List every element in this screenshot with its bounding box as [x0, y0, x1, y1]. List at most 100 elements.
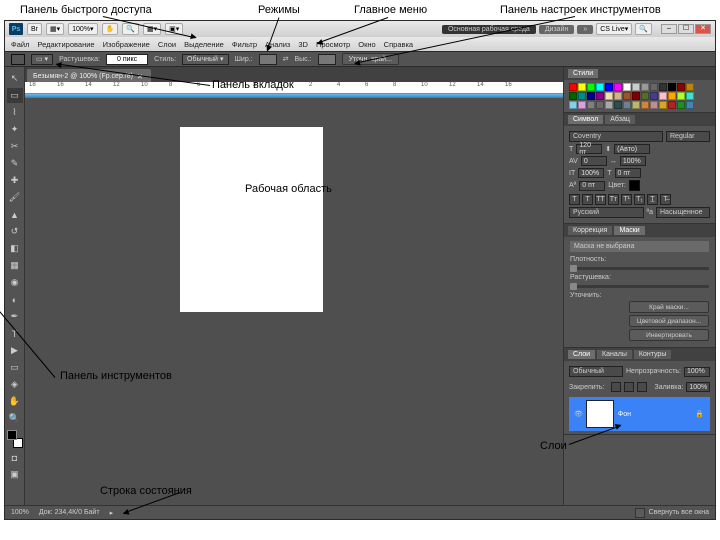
brush-tool[interactable]: 🖌 [7, 190, 23, 205]
workspace-tab-main[interactable]: Основная рабочая среда [442, 25, 536, 34]
marquee-shape-select[interactable]: ▭ ▾ [31, 54, 53, 65]
swatch[interactable] [614, 83, 622, 91]
lock-pixels-icon[interactable] [611, 382, 621, 392]
wand-tool[interactable]: ✦ [7, 122, 23, 137]
menu-select[interactable]: Выделение [184, 40, 224, 49]
marquee-tool[interactable]: ▭ [7, 88, 23, 103]
collapse-label[interactable]: Свернуть все окна [649, 509, 709, 516]
eyedropper-tool[interactable]: ✎ [7, 156, 23, 171]
status-doc[interactable]: Док: 234,4К/0 Байт [39, 509, 100, 516]
subscript-button[interactable]: T₁ [634, 194, 645, 205]
menu-filter[interactable]: Фильтр [232, 40, 257, 49]
swatch[interactable] [632, 83, 640, 91]
dodge-tool[interactable]: ◐ [7, 292, 23, 307]
hand-tool-button[interactable]: ✋ [102, 23, 119, 35]
gradient-tool[interactable]: ▦ [7, 258, 23, 273]
swatch[interactable] [614, 101, 622, 109]
lock-all-icon[interactable] [637, 382, 647, 392]
swatch[interactable] [569, 101, 577, 109]
menu-file[interactable]: Файл [11, 40, 29, 49]
bold-button[interactable]: T [569, 194, 580, 205]
masks-tab[interactable]: Маски [614, 226, 644, 235]
baseline-shift-input[interactable]: 0 пт [579, 181, 605, 191]
swatch[interactable] [659, 101, 667, 109]
swatch[interactable] [677, 92, 685, 100]
history-brush-tool[interactable]: ↺ [7, 224, 23, 239]
density-slider[interactable] [570, 267, 709, 270]
color-range-button[interactable]: Цветовой диапазон... [629, 315, 709, 327]
swatch[interactable] [659, 92, 667, 100]
menu-layers[interactable]: Слои [158, 40, 176, 49]
swatch[interactable] [587, 101, 595, 109]
vscale-input[interactable]: 100% [578, 168, 604, 178]
strike-button[interactable]: T̶ [660, 194, 671, 205]
allcaps-button[interactable]: TT [595, 194, 606, 205]
workspace-more[interactable]: » [577, 25, 593, 34]
layer-name[interactable]: Фон [618, 411, 695, 418]
swatch[interactable] [605, 92, 613, 100]
maximize-button[interactable]: ☐ [678, 24, 694, 34]
collapse-icon[interactable] [635, 508, 645, 518]
status-zoom[interactable]: 100% [11, 509, 29, 516]
minimize-button[interactable]: – [661, 24, 677, 34]
blend-mode-select[interactable]: Обычный [569, 366, 623, 377]
menu-3d[interactable]: 3D [298, 40, 308, 49]
swatch[interactable] [632, 101, 640, 109]
swatch[interactable] [686, 101, 694, 109]
menu-help[interactable]: Справка [384, 40, 413, 49]
swatch[interactable] [668, 101, 676, 109]
tracking-input[interactable]: 0 пт [615, 168, 641, 178]
lang-select[interactable]: Русский [569, 207, 644, 218]
swatch[interactable] [623, 92, 631, 100]
tool-preset-button[interactable] [11, 54, 25, 65]
swatch[interactable] [614, 92, 622, 100]
swatch[interactable] [578, 92, 586, 100]
style-select[interactable]: Обычный ▾ [182, 54, 228, 65]
healing-tool[interactable]: ✚ [7, 173, 23, 188]
swatch[interactable] [650, 92, 658, 100]
paths-tab[interactable]: Контуры [634, 350, 671, 359]
invert-button[interactable]: Инвертировать [629, 329, 709, 341]
swatch[interactable] [623, 101, 631, 109]
italic-button[interactable]: T [582, 194, 593, 205]
zoom-select[interactable]: 100% ▾ [68, 23, 97, 35]
zoom-tool[interactable]: 🔍 [7, 411, 23, 426]
move-tool[interactable]: ↖ [7, 71, 23, 86]
shape-tool[interactable]: ▭ [7, 360, 23, 375]
swatch[interactable] [632, 92, 640, 100]
layout-button[interactable]: ▦▾ [46, 23, 64, 35]
swatch[interactable] [587, 83, 595, 91]
workspace-tab-design[interactable]: Дизайн [539, 25, 575, 34]
fg-bg-colors[interactable] [7, 430, 23, 448]
channels-tab[interactable]: Каналы [597, 350, 632, 359]
text-color-swatch[interactable] [629, 180, 640, 191]
crop-tool[interactable]: ✂ [7, 139, 23, 154]
menu-edit[interactable]: Редактирование [37, 40, 94, 49]
kerning-input[interactable]: 0 [581, 156, 607, 166]
opacity-input[interactable]: 100% [684, 367, 710, 377]
mask-edge-button[interactable]: Край маски... [629, 301, 709, 313]
fill-input[interactable]: 100% [686, 382, 710, 392]
swatch[interactable] [650, 101, 658, 109]
swatch[interactable] [668, 83, 676, 91]
swatch[interactable] [650, 83, 658, 91]
smallcaps-button[interactable]: Tᴛ [608, 194, 619, 205]
swatch[interactable] [677, 83, 685, 91]
swatch[interactable] [605, 83, 613, 91]
screenmode-toggle[interactable]: ▣ [7, 467, 23, 482]
swatch[interactable] [587, 92, 595, 100]
corrections-tab[interactable]: Коррекция [568, 226, 612, 235]
eraser-tool[interactable]: ◧ [7, 241, 23, 256]
close-button[interactable]: ✕ [695, 24, 711, 34]
font-family-select[interactable]: Coventry [569, 131, 663, 142]
blur-tool[interactable]: ◉ [7, 275, 23, 290]
swatch[interactable] [578, 101, 586, 109]
document-tab[interactable]: Безымян-2 @ 100% (Fp.cep./8)✕ [27, 69, 151, 82]
swatch[interactable] [569, 83, 577, 91]
paragraph-tab[interactable]: Абзац [605, 115, 635, 124]
feather-input[interactable]: 0 пикс [106, 54, 148, 65]
stamp-tool[interactable]: ▲ [7, 207, 23, 222]
swatches-tab[interactable]: Стили [568, 69, 598, 78]
search-icon[interactable]: 🔍 [635, 23, 652, 35]
quickmask-toggle[interactable]: ◘ [7, 450, 23, 465]
